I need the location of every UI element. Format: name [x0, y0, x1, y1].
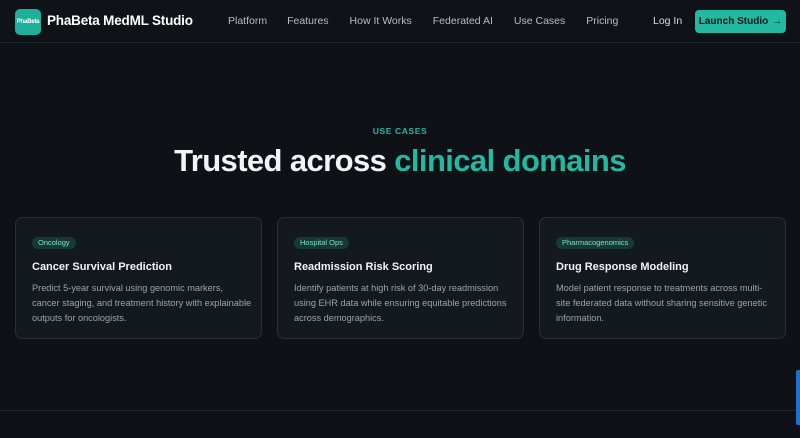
- arrow-right-icon: →: [772, 16, 783, 27]
- login-link[interactable]: Log In: [653, 15, 682, 27]
- nav-link-use-cases[interactable]: Use Cases: [514, 15, 565, 27]
- launch-studio-button[interactable]: Launch Studio →: [695, 10, 786, 33]
- card-title: Readmission Risk Scoring: [294, 261, 433, 273]
- section-eyebrow: USE CASES: [372, 126, 428, 136]
- launch-studio-label: Launch Studio: [698, 16, 769, 27]
- use-case-card-hospital-ops: Hospital Ops Readmission Risk Scoring Id…: [277, 217, 524, 339]
- headline-plain: Trusted across: [174, 143, 395, 178]
- card-badge: Hospital Ops: [294, 237, 349, 249]
- use-case-card-pharmacogenomics: Pharmacogenomics Drug Response Modeling …: [539, 217, 786, 339]
- headline-accent: clinical domains: [394, 143, 626, 178]
- section-headline: Trusted across clinical domains: [0, 143, 800, 179]
- use-case-card-oncology: Oncology Cancer Survival Prediction Pred…: [15, 217, 262, 339]
- card-badge: Oncology: [32, 237, 76, 249]
- side-feedback-tab[interactable]: [796, 370, 800, 425]
- nav-link-platform[interactable]: Platform: [228, 15, 267, 27]
- nav-links: Platform Features How It Works Federated…: [228, 15, 618, 27]
- section-divider: [0, 410, 800, 411]
- card-badge: Pharmacogenomics: [556, 237, 635, 249]
- top-navbar: PhaBeta PhaBeta MedML Studio Platform Fe…: [0, 0, 800, 43]
- brand-logo[interactable]: PhaBeta: [15, 9, 41, 35]
- card-title: Drug Response Modeling: [556, 261, 689, 273]
- nav-link-how-it-works[interactable]: How It Works: [350, 15, 412, 27]
- card-title: Cancer Survival Prediction: [32, 261, 172, 273]
- card-description: Identify patients at high risk of 30-day…: [294, 283, 507, 323]
- card-description: Model patient response to treatments acr…: [556, 283, 767, 323]
- card-description: Predict 5-year survival using genomic ma…: [32, 283, 252, 323]
- nav-link-pricing[interactable]: Pricing: [586, 15, 618, 27]
- nav-link-features[interactable]: Features: [287, 15, 328, 27]
- nav-link-federated-ai[interactable]: Federated AI: [433, 15, 493, 27]
- brand-name[interactable]: PhaBeta MedML Studio: [47, 13, 193, 28]
